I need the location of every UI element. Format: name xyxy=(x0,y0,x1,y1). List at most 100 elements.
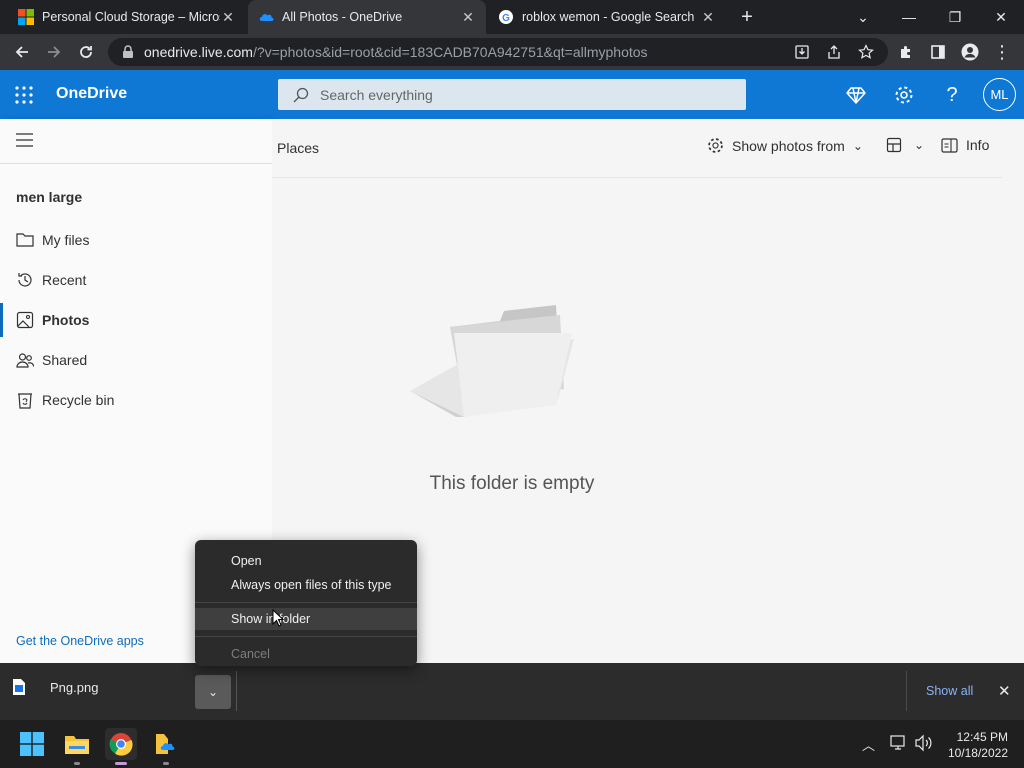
get-apps-link[interactable]: Get the OneDrive apps xyxy=(16,634,144,648)
chevron-down-icon: ⌄ xyxy=(914,138,925,152)
folder-icon xyxy=(16,231,34,249)
sidebar-item-recent[interactable]: Recent xyxy=(0,263,272,297)
sidebar-item-photos[interactable]: Photos xyxy=(0,303,272,337)
people-icon xyxy=(16,351,34,369)
show-all-button[interactable]: Show all xyxy=(926,684,973,698)
sidebar-item-my-files[interactable]: My files xyxy=(0,223,272,257)
clock-time: 12:45 PM xyxy=(956,730,1008,744)
sidebar-item-label: My files xyxy=(42,232,90,248)
install-app-icon[interactable] xyxy=(788,38,816,66)
recycle-bin-icon xyxy=(16,391,34,409)
sidebar-item-label: Photos xyxy=(42,312,90,328)
profile-icon[interactable] xyxy=(956,38,984,66)
restore-button[interactable]: ❐ xyxy=(932,0,978,34)
hamburger-menu-icon[interactable] xyxy=(16,133,34,152)
forward-arrow-icon[interactable] xyxy=(40,38,68,66)
search-input[interactable] xyxy=(320,86,720,103)
app-launcher-waffle-icon[interactable] xyxy=(11,82,37,108)
reload-icon[interactable] xyxy=(72,38,100,66)
sidebar-item-label: Shared xyxy=(42,352,88,368)
volume-icon[interactable] xyxy=(914,734,934,757)
url-path: /?v=photos&id=root&cid=183CADB70A942751&… xyxy=(252,44,648,60)
info-pane-icon xyxy=(941,137,958,153)
back-arrow-icon[interactable] xyxy=(8,38,36,66)
divider xyxy=(906,671,907,711)
chevron-down-icon: ⌄ xyxy=(852,138,863,153)
divider xyxy=(272,177,1002,178)
onedrive-header: OneDrive ? ML xyxy=(0,70,1024,119)
download-shelf: Png.png ⌄ Show all ✕ xyxy=(0,663,1024,720)
tab-title: All Photos - OneDrive xyxy=(282,10,403,24)
show-photos-from-button[interactable]: Show photos from ⌄ xyxy=(707,137,863,154)
help-question-icon[interactable]: ? xyxy=(939,82,965,108)
search-box[interactable] xyxy=(278,79,746,110)
show-hidden-icons-chevron-icon[interactable]: ︿ xyxy=(862,735,875,754)
menu-item-show-in-folder[interactable]: Show in folder xyxy=(195,608,417,630)
network-icon[interactable] xyxy=(890,734,908,757)
svg-text:G: G xyxy=(502,13,510,24)
premium-diamond-icon[interactable] xyxy=(843,82,869,108)
file-image-icon xyxy=(13,679,25,695)
history-icon xyxy=(16,271,34,289)
tab-all-photos-onedrive[interactable]: All Photos - OneDrive ✕ xyxy=(248,0,486,34)
sidebar-item-shared[interactable]: Shared xyxy=(0,343,272,377)
address-bar[interactable]: onedrive.live.com/?v=photos&id=root&cid=… xyxy=(108,38,888,66)
onedrive-folder-icon[interactable] xyxy=(150,728,182,765)
chrome-icon[interactable] xyxy=(105,728,137,765)
download-context-menu: Open Always open files of this type Show… xyxy=(195,540,417,666)
clock-date: 10/18/2022 xyxy=(947,746,1008,760)
new-tab-button[interactable]: + xyxy=(730,0,764,34)
settings-gear-icon[interactable] xyxy=(891,82,917,108)
download-options-chevron-icon[interactable]: ⌄ xyxy=(195,675,231,709)
divider xyxy=(236,671,237,711)
sidebar-item-label: Recent xyxy=(42,272,87,288)
empty-folder-illustration xyxy=(410,305,574,417)
side-panel-icon[interactable] xyxy=(924,38,952,66)
tab-search-chevron-icon[interactable]: ⌄ xyxy=(840,0,886,34)
tab-roblox-search[interactable]: G roblox wemon - Google Search ✕ xyxy=(488,0,726,34)
bookmark-star-icon[interactable] xyxy=(852,38,880,66)
menu-item-open[interactable]: Open xyxy=(195,550,417,572)
browser-tab-strip: Personal Cloud Storage – Microsoft ✕ All… xyxy=(0,0,1024,34)
show-photos-from-label: Show photos from xyxy=(732,137,845,154)
layout-grid-icon xyxy=(886,137,902,153)
photo-icon xyxy=(16,311,34,329)
google-logo-icon: G xyxy=(499,10,513,24)
system-clock[interactable]: 12:45 PM 10/18/2022 xyxy=(946,729,1008,761)
tab-personal-cloud-storage[interactable]: Personal Cloud Storage – Microsoft ✕ xyxy=(8,0,246,34)
lock-icon xyxy=(123,45,133,58)
minimize-button[interactable]: — xyxy=(886,0,932,34)
menu-item-cancel[interactable]: Cancel xyxy=(195,643,417,665)
view-layout-button[interactable]: ⌄ xyxy=(886,137,924,153)
url-host: onedrive.live.com xyxy=(144,44,253,60)
menu-item-always-open[interactable]: Always open files of this type xyxy=(195,574,417,596)
windows-taskbar: ︿ 12:45 PM 10/18/2022 xyxy=(0,720,1024,768)
tab-title: roblox wemon - Google Search xyxy=(522,10,695,24)
menu-kebab-icon[interactable]: ⋮ xyxy=(988,38,1016,66)
search-icon xyxy=(293,87,309,102)
microsoft-logo-icon xyxy=(18,9,34,25)
divider xyxy=(0,163,272,164)
menu-separator xyxy=(195,636,417,637)
sidebar-item-label: Recycle bin xyxy=(42,392,115,408)
sidebar-item-recycle-bin[interactable]: Recycle bin xyxy=(0,383,272,417)
info-label: Info xyxy=(966,137,990,153)
windows-start-icon[interactable] xyxy=(16,728,48,760)
breadcrumb[interactable]: Places xyxy=(277,140,319,156)
tab-close-icon[interactable]: ✕ xyxy=(220,9,236,26)
tab-close-icon[interactable]: ✕ xyxy=(460,9,476,26)
settings-gear-icon xyxy=(708,138,723,153)
info-button[interactable]: Info xyxy=(941,137,989,153)
download-item[interactable]: Png.png xyxy=(12,679,98,695)
app-name[interactable]: OneDrive xyxy=(56,85,127,103)
avatar[interactable]: ML xyxy=(983,78,1016,111)
close-window-button[interactable]: ✕ xyxy=(978,0,1024,34)
tab-close-icon[interactable]: ✕ xyxy=(700,9,716,26)
file-explorer-icon[interactable] xyxy=(61,728,93,765)
menu-separator xyxy=(195,602,417,603)
mouse-cursor-icon xyxy=(272,609,284,627)
share-icon[interactable] xyxy=(820,38,848,66)
download-file-name: Png.png xyxy=(50,679,99,695)
extensions-puzzle-icon[interactable] xyxy=(892,38,920,66)
close-shelf-icon[interactable]: ✕ xyxy=(998,682,1011,700)
